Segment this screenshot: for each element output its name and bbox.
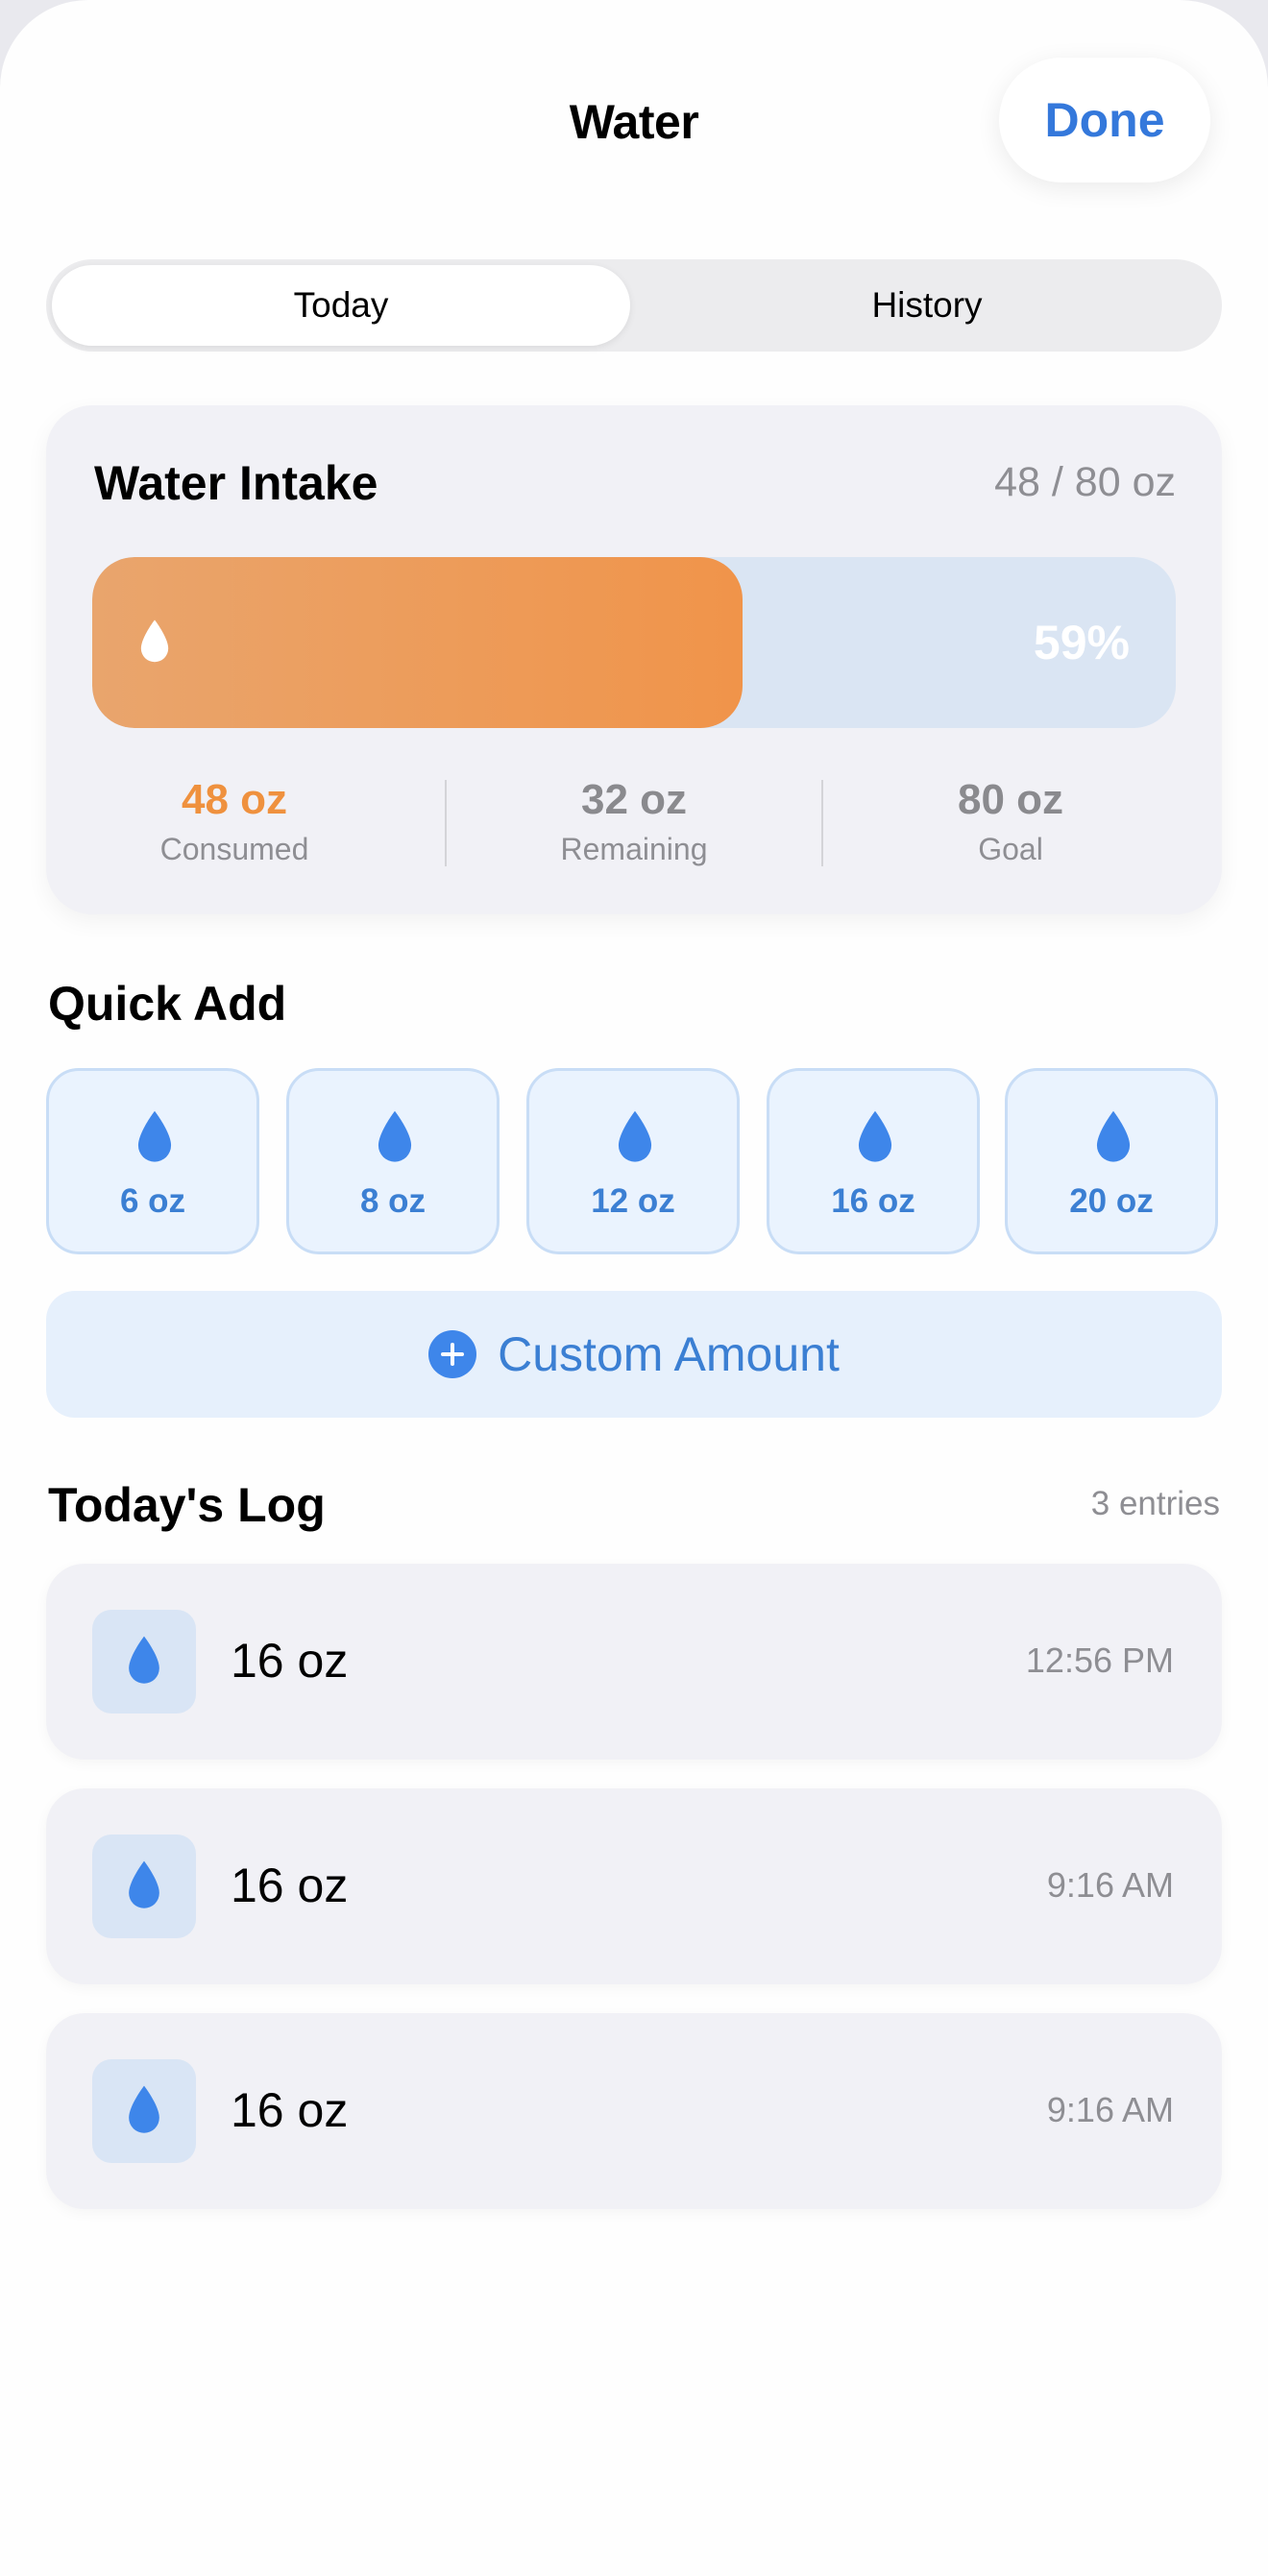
water-drop-icon	[129, 1636, 159, 1684]
log-entry-icon-box	[92, 2059, 196, 2163]
quick-add-label: 8 oz	[359, 1182, 427, 1220]
consumed-value: 48 oz	[181, 776, 288, 823]
progress-percent: 59%	[1033, 616, 1130, 669]
water-drop-icon	[137, 1110, 172, 1162]
water-drop-icon	[140, 620, 169, 663]
water-intake-card: Water Intake 48 / 80 oz 59% 48 oz Consum…	[46, 405, 1222, 914]
custom-amount-button[interactable]: Custom Amount	[46, 1291, 1222, 1418]
quick-add-button-20oz[interactable]: 20 oz	[1005, 1068, 1218, 1254]
log-entry[interactable]: 16 oz 12:56 PM	[46, 1564, 1222, 1760]
sheet-header: Water Done	[0, 0, 1268, 192]
water-drop-icon	[618, 1110, 652, 1162]
water-drop-icon	[1096, 1110, 1131, 1162]
stat-remaining: 32 oz Remaining	[446, 776, 822, 867]
log-entry-amount: 16 oz	[231, 2083, 349, 2137]
log-entry-amount: 16 oz	[231, 1859, 349, 1912]
quick-add-label: 16 oz	[831, 1182, 915, 1220]
goal-label: Goal	[978, 832, 1043, 866]
custom-amount-label: Custom Amount	[498, 1327, 840, 1381]
water-drop-icon	[378, 1110, 412, 1162]
quick-add-label: 20 oz	[1069, 1182, 1154, 1220]
quick-add-button-12oz[interactable]: 12 oz	[526, 1068, 740, 1254]
log-entry[interactable]: 16 oz 9:16 AM	[46, 1788, 1222, 1984]
log-entry-amount: 16 oz	[231, 1634, 349, 1688]
water-drop-icon	[129, 1860, 159, 1908]
log-entry[interactable]: 16 oz 9:16 AM	[46, 2013, 1222, 2209]
intake-progress-fill	[92, 557, 743, 728]
intake-progress-bar: 59%	[92, 557, 1176, 728]
quick-add-button-6oz[interactable]: 6 oz	[46, 1068, 259, 1254]
log-entry-time: 9:16 AM	[1046, 2090, 1174, 2129]
tab-today[interactable]: Today	[52, 265, 630, 346]
stat-consumed: 48 oz Consumed	[46, 776, 423, 867]
intake-total: 48 / 80 oz	[994, 459, 1176, 505]
quick-add-button-16oz[interactable]: 16 oz	[767, 1068, 980, 1254]
quick-add-button-8oz[interactable]: 8 oz	[286, 1068, 500, 1254]
quick-add-label: 12 oz	[591, 1182, 675, 1220]
todays-log-title: Today's Log	[48, 1478, 326, 1532]
log-entry-icon-box	[92, 1610, 196, 1713]
log-entry-time: 12:56 PM	[1025, 1640, 1174, 1680]
tab-history[interactable]: History	[638, 265, 1216, 346]
done-button[interactable]: Done	[999, 58, 1210, 182]
consumed-label: Consumed	[159, 832, 309, 866]
quick-add-label: 6 oz	[119, 1182, 186, 1220]
quick-add-title: Quick Add	[48, 977, 287, 1031]
view-segmented-control: Today History	[46, 259, 1222, 352]
water-drop-icon	[858, 1110, 892, 1162]
water-drop-icon	[129, 2085, 159, 2133]
stat-goal: 80 oz Goal	[822, 776, 1199, 867]
log-entry-icon-box	[92, 1835, 196, 1938]
log-entry-time: 9:16 AM	[1046, 1865, 1174, 1905]
goal-value: 80 oz	[957, 776, 1064, 823]
remaining-value: 32 oz	[580, 776, 688, 823]
water-sheet: Water Done Today History Water Intake 48…	[0, 0, 1268, 2576]
plus-circle-icon	[428, 1330, 477, 1378]
remaining-label: Remaining	[560, 832, 708, 866]
intake-title: Water Intake	[94, 456, 378, 510]
entries-count: 3 entries	[1090, 1485, 1220, 1522]
